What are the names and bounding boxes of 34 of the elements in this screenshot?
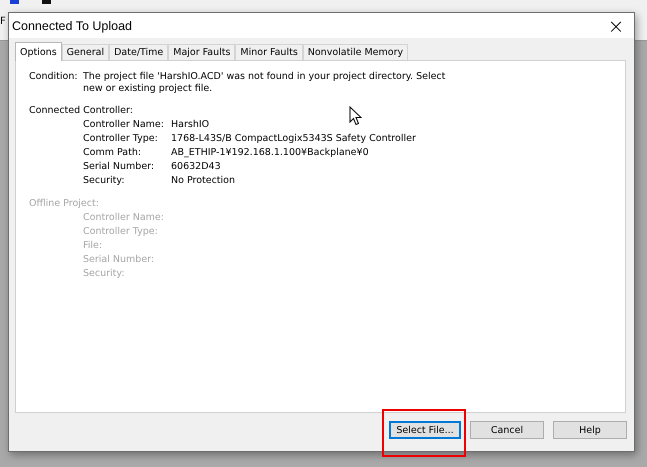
field-label: File:: [83, 239, 104, 253]
tab[interactable]: Major Faults: [168, 44, 236, 60]
field-label: Security:: [83, 267, 126, 281]
tab[interactable]: Date/Time: [109, 44, 168, 60]
tab[interactable]: General: [62, 44, 110, 60]
section-title: Connected Controller:: [29, 104, 133, 118]
dialog-button[interactable]: Select File...: [389, 421, 461, 439]
field-value: No Protection: [171, 174, 235, 188]
field-label: Comm Path:: [83, 146, 142, 160]
field-label: Security:: [83, 174, 126, 188]
dialog-button[interactable]: Cancel: [470, 421, 544, 439]
window-title: Connected To Upload: [12, 18, 132, 32]
dialog-button[interactable]: Help: [553, 421, 627, 439]
app-icon[interactable]: [42, 0, 51, 4]
mouse-cursor-icon: [349, 106, 363, 126]
field-label: Controller Name:: [83, 118, 165, 132]
field-value: 1768-L43S/B CompactLogix5343S Safety Controller: [171, 132, 416, 146]
field-label: Serial Number:: [83, 160, 156, 174]
field-label: Controller Type:: [83, 132, 159, 146]
field-value: AB_ETHIP-1¥192.168.1.100¥Backplane¥0: [171, 146, 369, 160]
tab[interactable]: Minor Faults: [235, 44, 303, 60]
app-icon[interactable]: [10, 0, 19, 4]
field-label: Controller Name:: [83, 211, 165, 225]
section-title: Offline Project:: [29, 197, 99, 211]
field-label: Serial Number:: [83, 253, 156, 267]
field-value: 60632D43: [171, 160, 221, 174]
background-text: F: [0, 16, 6, 28]
field-value: HarshIO: [171, 118, 210, 132]
condition-text: The project file 'HarshIO.ACD' was not found in your project directory. Select new or existing project file.: [83, 71, 446, 95]
condition-label: Condition:: [29, 71, 79, 84]
close-button[interactable]: ×: [598, 13, 634, 38]
tab[interactable]: Nonvolatile Memory: [302, 44, 408, 60]
field-label: Controller Type:: [83, 225, 159, 239]
tab[interactable]: Options: [15, 42, 62, 61]
